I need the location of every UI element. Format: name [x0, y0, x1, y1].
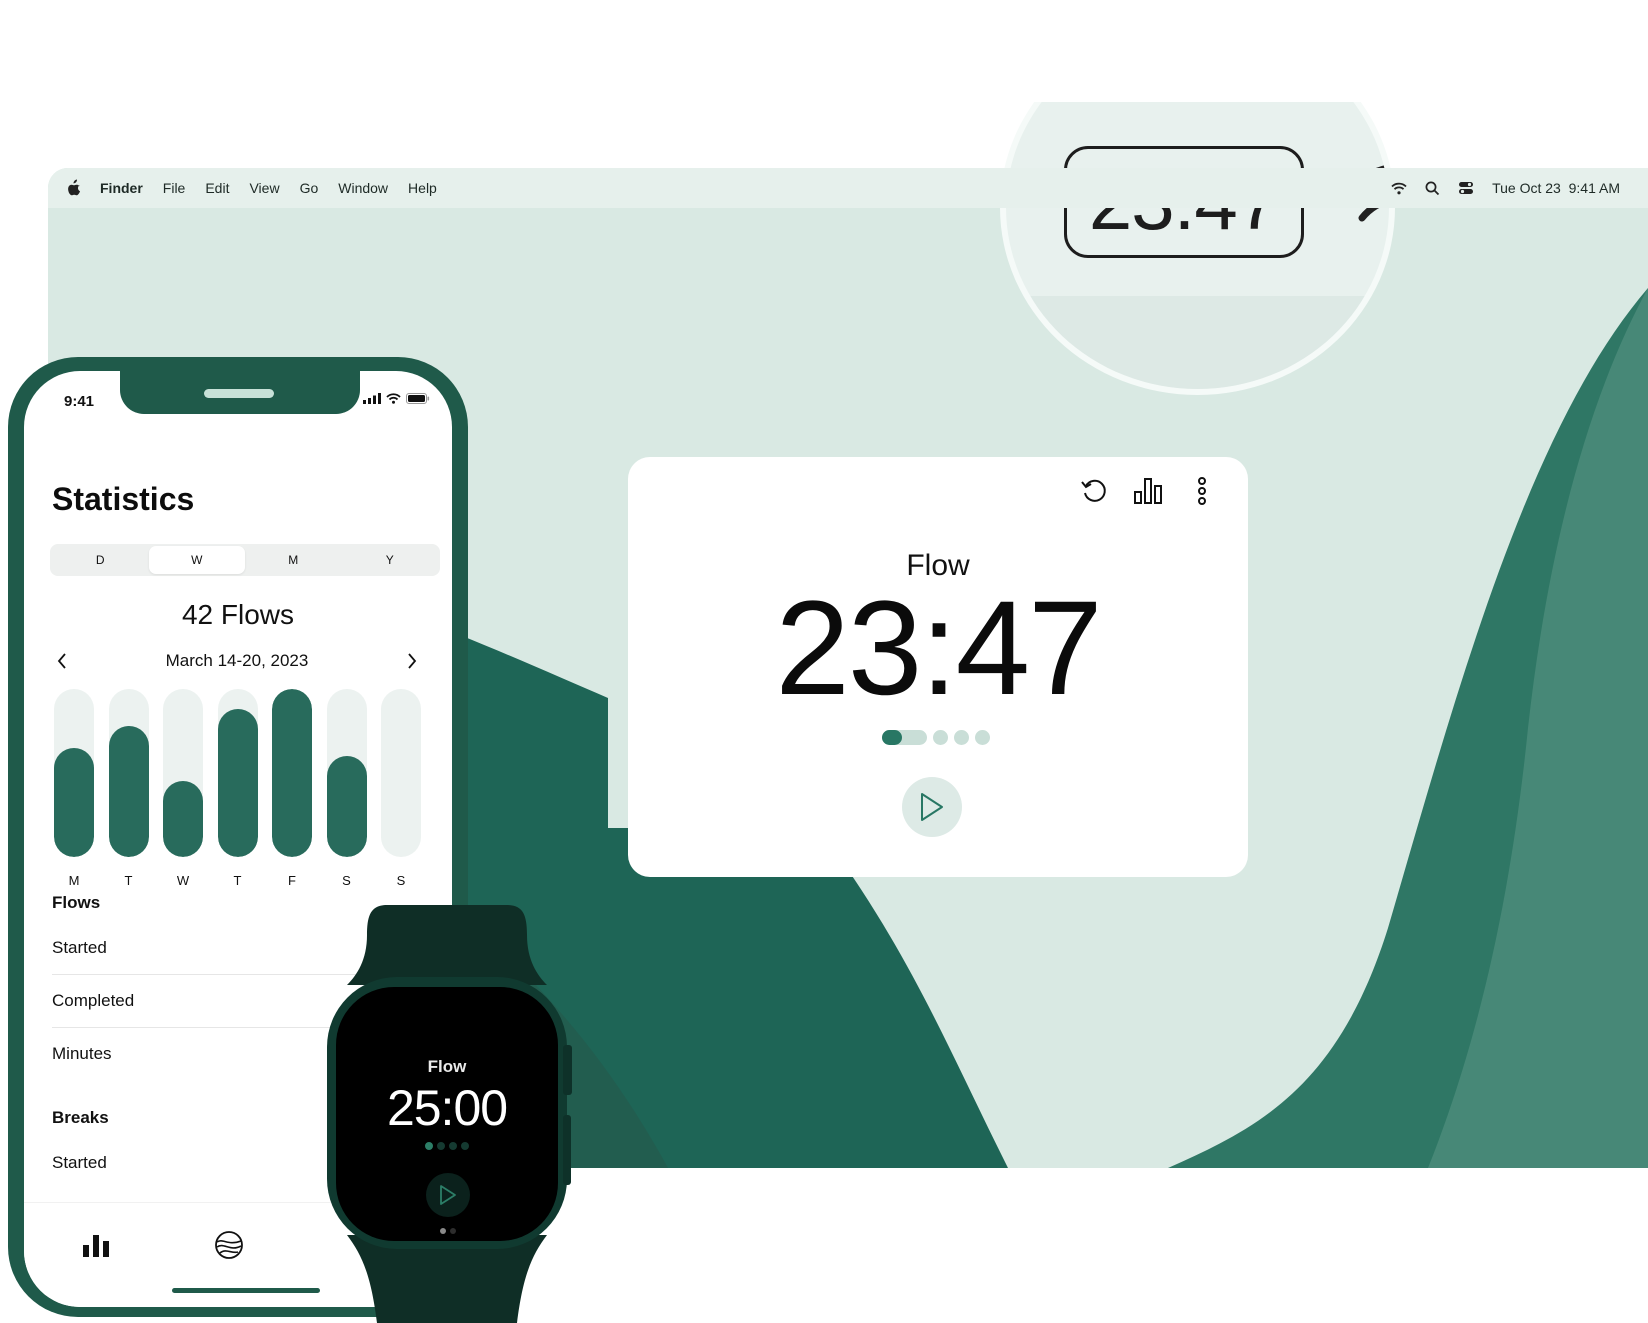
chart-x-tick-label: F: [288, 873, 296, 888]
widget-toolbar: [1078, 475, 1218, 507]
chart-bar: [217, 709, 258, 857]
session-progress-dots: [882, 730, 990, 745]
apple-watch: Flow 25:00: [327, 905, 572, 1323]
phone-notch: [120, 371, 360, 414]
watch-play-button[interactable]: [426, 1173, 470, 1217]
weekly-flows-chart: MTWTFSS: [54, 689, 436, 889]
watch-mode-label: Flow: [427, 1057, 467, 1076]
watch-session-dot: [425, 1142, 433, 1150]
home-indicator[interactable]: [172, 1288, 320, 1293]
menu-finder[interactable]: Finder: [100, 180, 143, 196]
mac-menubar: Finder File Edit View Go Window Help Tue…: [48, 168, 1648, 208]
phone-speaker: [204, 389, 274, 398]
apple-logo-icon[interactable]: [66, 179, 82, 197]
chart-x-tick-label: T: [233, 873, 242, 888]
flow-timer-widget: Flow 23:47: [628, 457, 1248, 877]
segment-year[interactable]: Y: [342, 546, 439, 574]
status-bar-icons: [363, 393, 430, 404]
chart-bar: [272, 689, 312, 857]
chart-x-tick-label: W: [176, 873, 190, 888]
menu-go[interactable]: Go: [300, 180, 319, 196]
search-icon[interactable]: [1425, 181, 1440, 196]
period-segmented-control: D W M Y: [50, 544, 440, 576]
flows-summary: 42 Flows: [181, 599, 295, 630]
tab-statistics[interactable]: [76, 1227, 116, 1263]
statistics-tab-icon: [83, 1235, 109, 1257]
date-range-nav: March 14-20, 2023: [50, 649, 424, 673]
statistics-icon: [1134, 478, 1162, 504]
watch-session-dot: [449, 1142, 457, 1150]
chart-bar-track[interactable]: [381, 689, 421, 857]
magnifier-desktop-area: [1006, 296, 1389, 389]
watch-digital-crown[interactable]: [563, 1045, 572, 1095]
play-button[interactable]: [902, 777, 962, 837]
chart-bar-track[interactable]: [163, 689, 203, 857]
statistics-button[interactable]: [1132, 475, 1164, 507]
reset-button[interactable]: [1078, 475, 1110, 507]
stage: Finder File Edit View Go Window Help Tue…: [0, 0, 1648, 1323]
session-dot: [933, 730, 948, 745]
wifi-icon[interactable]: [1391, 182, 1407, 195]
wifi-icon: [386, 393, 401, 404]
watch-screen: Flow 25:00: [336, 987, 558, 1241]
chart-bar: [108, 725, 149, 857]
menu-view[interactable]: View: [249, 180, 279, 196]
chart-x-tick-label: S: [342, 873, 351, 888]
menu-window[interactable]: Window: [338, 180, 388, 196]
segment-month[interactable]: M: [245, 546, 342, 574]
menu-help[interactable]: Help: [408, 180, 437, 196]
previous-week-button[interactable]: [50, 649, 74, 673]
menubar-datetime[interactable]: Tue Oct 23 9:41 AM: [1492, 180, 1620, 196]
flow-tab-icon: [215, 1231, 243, 1259]
watch-timer-display: 25:00: [386, 1080, 508, 1136]
date-range-label: March 14-20, 2023: [165, 651, 309, 670]
watch-session-dot: [437, 1142, 445, 1150]
chart-bar-track[interactable]: [326, 689, 367, 857]
chart-bar-track[interactable]: [272, 689, 312, 857]
session-progress-fill: [882, 730, 903, 745]
reset-icon: [1081, 479, 1106, 502]
menubar-status-area: Tue Oct 23 9:41 AM: [1391, 168, 1620, 208]
cellular-icon: [363, 393, 381, 404]
chevron-right-icon: [408, 653, 417, 669]
watch-page-dot: [450, 1228, 456, 1234]
menu-file[interactable]: File: [163, 180, 186, 196]
next-week-button[interactable]: [400, 649, 424, 673]
segment-week[interactable]: W: [148, 546, 245, 574]
segment-day[interactable]: D: [52, 546, 149, 574]
section-header-flows: Flows: [52, 893, 101, 912]
watch-session-dots: [425, 1142, 469, 1150]
chart-bar: [326, 756, 367, 857]
watch-page-indicator: [440, 1228, 456, 1234]
session-dot: [975, 730, 990, 745]
more-icon: [1198, 477, 1206, 505]
menu-edit[interactable]: Edit: [205, 180, 229, 196]
watch-side-button[interactable]: [563, 1115, 571, 1185]
section-header-breaks: Breaks: [52, 1108, 109, 1127]
battery-icon: [406, 393, 430, 404]
chart-x-tick-label: S: [396, 873, 406, 888]
page-title: Statistics: [52, 481, 195, 517]
watch-session-dot: [461, 1142, 469, 1150]
status-bar-time: 9:41: [64, 393, 95, 410]
chart-bar-track[interactable]: [108, 689, 149, 857]
tab-flow[interactable]: [209, 1227, 249, 1263]
chart-x-tick-label: T: [124, 873, 133, 888]
play-icon: [440, 1185, 456, 1205]
chart-bar: [54, 747, 94, 857]
chart-bar-track[interactable]: [217, 689, 258, 857]
timer-display: 23:47: [775, 574, 1102, 723]
chart-bar-track[interactable]: [54, 689, 94, 857]
control-center-icon[interactable]: [1458, 181, 1474, 195]
session-dot: [954, 730, 969, 745]
watch-page-dot: [440, 1228, 446, 1234]
chart-bar: [163, 781, 203, 857]
chevron-left-icon: [57, 653, 66, 669]
play-icon: [921, 793, 943, 821]
chart-x-tick-label: M: [68, 873, 80, 888]
more-button[interactable]: [1186, 475, 1218, 507]
session-dot-current: [882, 730, 927, 745]
